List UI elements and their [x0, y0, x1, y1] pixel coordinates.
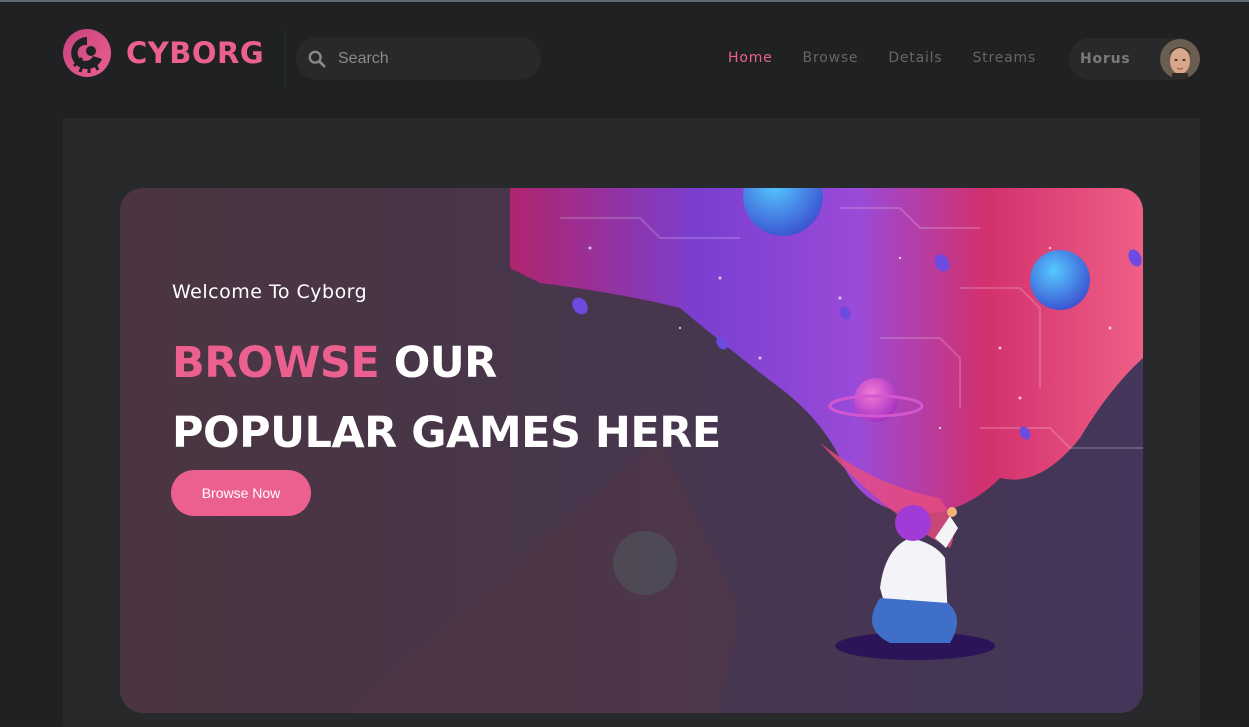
search-box[interactable] — [296, 37, 541, 80]
profile-button[interactable]: Horus — [1069, 38, 1200, 80]
search-icon — [308, 50, 326, 68]
nav-details[interactable]: Details — [888, 50, 942, 66]
cyborg-logo-icon — [63, 29, 111, 77]
main-nav: Home Browse Details Streams — [728, 50, 1066, 66]
user-avatar[interactable] — [1160, 39, 1200, 79]
headline-line-2: POPULAR GAMES HERE — [172, 408, 721, 458]
headline-rest: OUR — [393, 338, 498, 388]
nav-browse[interactable]: Browse — [803, 50, 859, 66]
headline-highlight: BROWSE — [172, 338, 380, 388]
profile-name: Horus — [1080, 51, 1131, 67]
welcome-text: Welcome To Cyborg — [172, 281, 368, 303]
hero-banner: Welcome To Cyborg BROWSE OUR POPULAR GAM… — [120, 188, 1143, 713]
brand-name: CYBORG — [126, 36, 265, 70]
search-input[interactable] — [338, 49, 518, 68]
site-header: CYBORG Home Browse Details Streams Horus — [0, 2, 1249, 114]
header-divider — [285, 30, 286, 88]
browse-now-button[interactable]: Browse Now — [171, 470, 311, 516]
nav-home[interactable]: Home — [728, 50, 773, 66]
headline-line-1: BROWSE OUR — [172, 338, 497, 388]
nav-streams[interactable]: Streams — [972, 50, 1036, 66]
brand-logo[interactable]: CYBORG — [62, 28, 264, 78]
